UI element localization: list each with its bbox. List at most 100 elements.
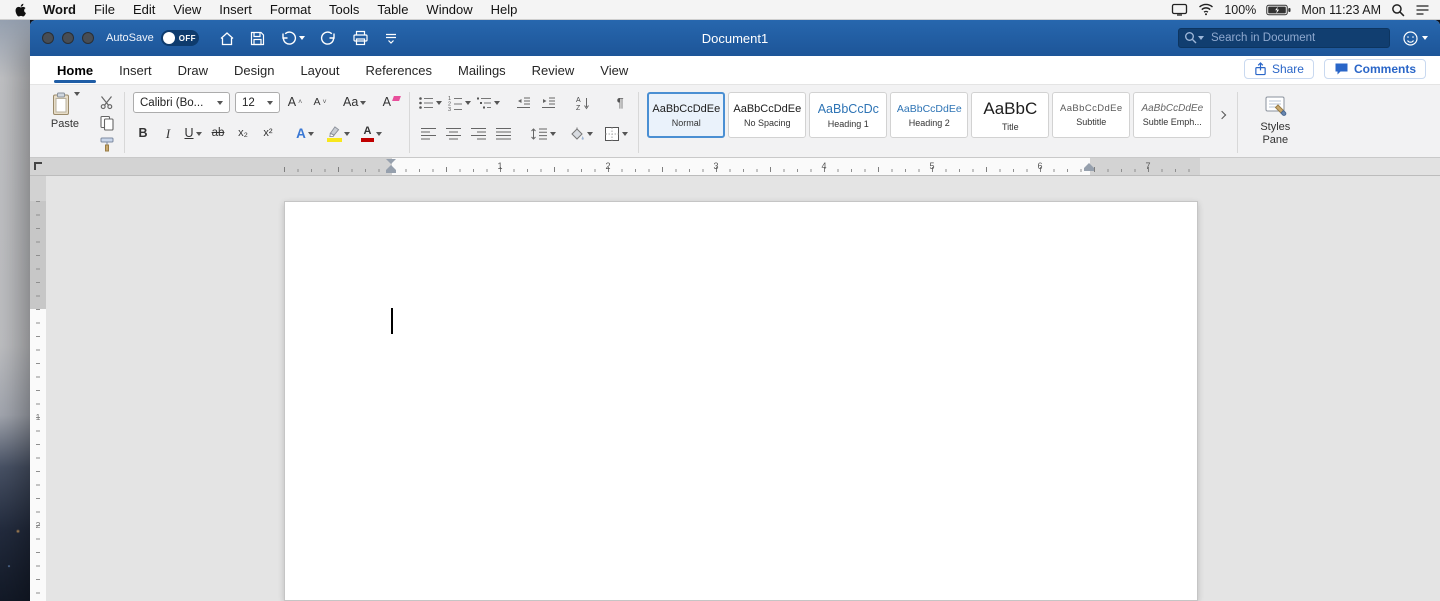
borders-button[interactable] bbox=[604, 123, 629, 145]
zoom-button[interactable] bbox=[82, 32, 94, 44]
font-color-button[interactable]: A bbox=[361, 123, 382, 145]
paste-dropdown-icon bbox=[73, 92, 80, 96]
style-subtle-emphasis[interactable]: AaBbCcDdEe Subtle Emph... bbox=[1133, 92, 1212, 138]
smiley-icon bbox=[1403, 30, 1418, 46]
grow-caret-icon: ˄ bbox=[298, 99, 303, 106]
menu-item-tools[interactable]: Tools bbox=[320, 0, 368, 20]
font-size-combo[interactable]: 12 bbox=[235, 92, 280, 113]
apple-menu[interactable] bbox=[12, 2, 34, 18]
style-subtitle[interactable]: AaBbCcDdEe Subtitle bbox=[1052, 92, 1131, 138]
align-center-button[interactable] bbox=[443, 123, 463, 145]
clear-formatting-button[interactable]: A bbox=[381, 92, 401, 114]
sort-button[interactable]: AZ bbox=[573, 92, 593, 114]
change-case-button[interactable]: Aa bbox=[343, 92, 367, 114]
cut-button[interactable] bbox=[98, 94, 116, 110]
tab-mailings[interactable]: Mailings bbox=[445, 58, 519, 83]
spotlight-icon[interactable] bbox=[1391, 3, 1405, 17]
align-left-button[interactable] bbox=[418, 123, 438, 145]
text-effects-button[interactable]: A bbox=[295, 123, 315, 145]
format-painter-button[interactable] bbox=[98, 136, 116, 152]
menu-item-format[interactable]: Format bbox=[261, 0, 320, 20]
underline-button[interactable]: U bbox=[183, 123, 203, 145]
font-name-combo[interactable]: Calibri (Bo... bbox=[133, 92, 230, 113]
feedback-button[interactable] bbox=[1402, 30, 1428, 47]
highlight-button[interactable] bbox=[326, 123, 350, 145]
menu-item-word[interactable]: Word bbox=[34, 0, 85, 20]
menu-clock[interactable]: Mon 11:23 AM bbox=[1301, 3, 1381, 17]
redo-button[interactable] bbox=[320, 30, 337, 46]
menu-item-help[interactable]: Help bbox=[482, 0, 527, 20]
line-spacing-button[interactable] bbox=[530, 123, 557, 145]
menu-item-edit[interactable]: Edit bbox=[124, 0, 164, 20]
bold-button[interactable]: B bbox=[133, 123, 153, 145]
grow-font-button[interactable]: A ˄ bbox=[285, 92, 305, 114]
font-size-dropdown-icon bbox=[267, 100, 273, 105]
right-indent-marker[interactable] bbox=[1084, 163, 1094, 171]
customize-toolbar-button[interactable] bbox=[384, 31, 398, 45]
share-button[interactable]: Share bbox=[1243, 59, 1314, 79]
tab-review[interactable]: Review bbox=[519, 58, 588, 83]
style-heading-2[interactable]: AaBbCcDdEe Heading 2 bbox=[890, 92, 969, 138]
minimize-button[interactable] bbox=[62, 32, 74, 44]
align-right-button[interactable] bbox=[468, 123, 488, 145]
print-button[interactable] bbox=[352, 30, 369, 46]
group-divider bbox=[124, 92, 125, 153]
shrink-font-button[interactable]: A ˅ bbox=[310, 92, 330, 114]
styles-pane-button[interactable]: Styles Pane bbox=[1246, 90, 1304, 146]
shading-button[interactable] bbox=[569, 123, 594, 145]
copy-button[interactable] bbox=[98, 115, 116, 131]
display-mirroring-icon[interactable] bbox=[1171, 3, 1188, 16]
subscript-button[interactable]: x₂ bbox=[233, 123, 253, 145]
font-name-value: Calibri (Bo... bbox=[140, 96, 204, 109]
font-size-value: 12 bbox=[242, 96, 255, 109]
text-effects-dropdown-icon bbox=[307, 131, 314, 136]
style-title[interactable]: AaBbC Title bbox=[971, 92, 1050, 138]
notification-center-icon[interactable] bbox=[1415, 4, 1430, 16]
italic-button[interactable]: I bbox=[158, 123, 178, 145]
print-icon bbox=[353, 30, 368, 46]
tab-stop-selector[interactable] bbox=[34, 162, 42, 170]
tab-design[interactable]: Design bbox=[221, 58, 287, 83]
tab-draw[interactable]: Draw bbox=[165, 58, 221, 83]
superscript-button[interactable]: x² bbox=[258, 123, 278, 145]
close-button[interactable] bbox=[42, 32, 54, 44]
show-paragraph-marks-button[interactable]: ¶ bbox=[610, 92, 630, 114]
decrease-indent-icon bbox=[517, 97, 531, 108]
menu-item-table[interactable]: Table bbox=[368, 0, 417, 20]
wifi-icon[interactable] bbox=[1198, 3, 1214, 16]
numbering-button[interactable]: 123 bbox=[447, 92, 472, 114]
menu-item-insert[interactable]: Insert bbox=[210, 0, 261, 20]
undo-button[interactable] bbox=[280, 30, 305, 46]
style-normal[interactable]: AaBbCcDdEe Normal bbox=[647, 92, 726, 138]
menu-item-file[interactable]: File bbox=[85, 0, 124, 20]
document-page[interactable] bbox=[284, 201, 1198, 601]
menu-item-view[interactable]: View bbox=[164, 0, 210, 20]
more-styles-button[interactable] bbox=[1214, 92, 1229, 138]
tab-home[interactable]: Home bbox=[44, 58, 106, 83]
tab-layout[interactable]: Layout bbox=[287, 58, 352, 83]
autosave-toggle[interactable]: OFF bbox=[160, 30, 199, 46]
left-indent-marker[interactable] bbox=[386, 159, 396, 173]
autosave-control: AutoSave OFF bbox=[106, 30, 199, 46]
home-button[interactable] bbox=[219, 31, 235, 46]
tab-insert[interactable]: Insert bbox=[106, 58, 165, 83]
paste-button[interactable]: Paste bbox=[40, 91, 90, 152]
style-heading-1[interactable]: AaBbCcDc Heading 1 bbox=[809, 92, 888, 138]
underline-dropdown-icon bbox=[195, 131, 202, 136]
document-search-input[interactable] bbox=[1178, 28, 1390, 48]
comments-button[interactable]: Comments bbox=[1323, 59, 1426, 79]
increase-indent-button[interactable] bbox=[538, 92, 558, 114]
tab-references[interactable]: References bbox=[353, 58, 445, 83]
save-button[interactable] bbox=[250, 31, 265, 46]
justify-button[interactable] bbox=[493, 123, 513, 145]
tab-view[interactable]: View bbox=[587, 58, 641, 83]
decrease-indent-button[interactable] bbox=[513, 92, 533, 114]
menu-bar: Word File Edit View Insert Format Tools … bbox=[0, 0, 1440, 20]
battery-icon[interactable] bbox=[1266, 4, 1291, 16]
multilevel-list-button[interactable] bbox=[476, 92, 501, 114]
paste-label: Paste bbox=[50, 118, 80, 130]
style-no-spacing[interactable]: AaBbCcDdEe No Spacing bbox=[728, 92, 807, 138]
menu-item-window[interactable]: Window bbox=[417, 0, 481, 20]
strikethrough-button[interactable]: ab bbox=[208, 123, 228, 145]
bullets-button[interactable] bbox=[418, 92, 443, 114]
